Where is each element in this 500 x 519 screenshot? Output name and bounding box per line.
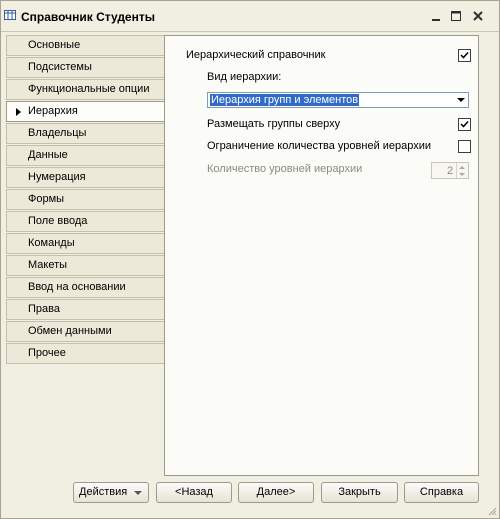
hierarchical-label: Иерархический справочник (186, 49, 326, 61)
sidebar-item-label: Нумерация (28, 171, 86, 183)
help-button[interactable]: Справка (404, 482, 479, 503)
stepper-divider (456, 163, 457, 178)
close-button[interactable]: Закрыть (321, 482, 398, 503)
sidebar-item-functional-options[interactable]: Функциональные опции (6, 79, 165, 100)
stepper-up-icon[interactable] (459, 166, 465, 169)
hierarchy-type-select[interactable]: Иерархия групп и элементов (207, 92, 469, 108)
sidebar-item-templates[interactable]: Макеты (6, 255, 165, 276)
resize-grip-icon[interactable] (487, 506, 497, 516)
sidebar-item-hierarchy[interactable]: Иерархия (6, 101, 165, 122)
sidebar-item-label: Данные (28, 149, 68, 161)
groups-on-top-checkbox[interactable] (458, 118, 471, 131)
sidebar-item-input-field[interactable]: Поле ввода (6, 211, 165, 232)
sidebar-item-commands[interactable]: Команды (6, 233, 165, 254)
sidebar-item-basic[interactable]: Основные (6, 35, 165, 56)
hierarchical-checkbox[interactable] (458, 49, 471, 62)
window-title: Справочник Студенты (21, 10, 155, 24)
back-button[interactable]: <Назад (156, 482, 232, 503)
sidebar-item-label: Ввод на основании (28, 281, 126, 293)
sidebar-item-label: Прочее (28, 347, 66, 359)
sidebar-item-other[interactable]: Прочее (6, 343, 165, 364)
groups-on-top-label: Размещать группы сверху (207, 118, 341, 130)
levels-count-value: 2 (447, 165, 454, 177)
hierarchy-type-label: Вид иерархии: (207, 71, 282, 83)
table-icon (4, 10, 16, 20)
sidebar-item-label: Обмен данными (28, 325, 112, 337)
sidebar-item-numbering[interactable]: Нумерация (6, 167, 165, 188)
sidebar-item-label: Иерархия (28, 105, 78, 117)
next-button[interactable]: Далее> (238, 482, 314, 503)
limit-levels-checkbox[interactable] (458, 140, 471, 153)
current-item-arrow-icon (16, 108, 21, 116)
sidebar-item-label: Основные (28, 39, 81, 51)
maximize-icon[interactable] (449, 9, 463, 23)
chevron-down-icon (134, 491, 142, 495)
actions-label: Действия (79, 486, 128, 498)
hierarchy-panel: Иерархический справочник Вид иерархии: И… (164, 35, 479, 476)
sidebar-item-forms[interactable]: Формы (6, 189, 165, 210)
minimize-icon[interactable] (429, 9, 443, 23)
sidebar-item-label: Поле ввода (28, 215, 88, 227)
sidebar-item-data[interactable]: Данные (6, 145, 165, 166)
sidebar-item-owners[interactable]: Владельцы (6, 123, 165, 144)
title-bar[interactable]: Справочник Студенты (1, 1, 499, 32)
stepper-down-icon[interactable] (459, 173, 465, 176)
sidebar-item-data-exchange[interactable]: Обмен данными (6, 321, 165, 342)
levels-count-stepper[interactable]: 2 (431, 162, 469, 179)
levels-count-label: Количество уровней иерархии (207, 163, 363, 175)
chevron-down-icon[interactable] (457, 98, 465, 102)
sidebar-item-label: Формы (28, 193, 65, 205)
sidebar-nav: Основные Подсистемы Функциональные опции… (6, 35, 165, 365)
sidebar-item-label: Владельцы (28, 127, 87, 139)
sidebar-item-label: Макеты (28, 259, 68, 271)
limit-levels-label: Ограничение количества уровней иерархии (207, 140, 432, 152)
sidebar-item-rights[interactable]: Права (6, 299, 165, 320)
sidebar-item-label: Права (28, 303, 60, 315)
wizard-window: Справочник Студенты Основные Подсистемы … (0, 0, 500, 519)
sidebar-item-label: Функциональные опции (28, 83, 150, 95)
close-icon[interactable] (471, 9, 485, 23)
sidebar-item-label: Подсистемы (28, 61, 92, 73)
sidebar-item-label: Команды (28, 237, 75, 249)
sidebar-item-subsystems[interactable]: Подсистемы (6, 57, 165, 78)
hierarchy-type-value: Иерархия групп и элементов (210, 94, 360, 106)
actions-button[interactable]: Действия (73, 482, 149, 503)
sidebar-item-input-based-on[interactable]: Ввод на основании (6, 277, 165, 298)
